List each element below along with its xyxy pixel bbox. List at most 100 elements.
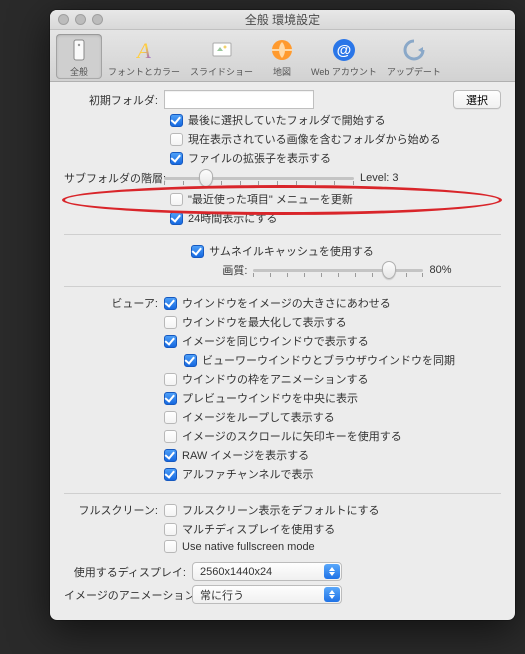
checkbox-label: イメージをループして表示する <box>182 409 335 425</box>
checkbox-label: 現在表示されている画像を含むフォルダから始める <box>188 131 441 147</box>
checkbox-label: アルファチャンネルで表示 <box>182 466 314 482</box>
checkbox-label: イメージを同じウインドウで表示する <box>182 333 369 349</box>
checkbox-icon <box>184 354 197 367</box>
checkbox-icon <box>164 468 177 481</box>
checkbox-icon <box>164 335 177 348</box>
slider-knob[interactable] <box>382 261 396 279</box>
checkbox-label: ウインドウの枠をアニメーションする <box>182 371 369 387</box>
window-title: 全般 環境設定 <box>50 11 515 28</box>
slider-knob[interactable] <box>199 169 213 187</box>
checkbox-label: ビューワーウインドウとブラウザウインドウを同期 <box>202 352 455 368</box>
animation-combo[interactable]: 常に行う <box>192 585 342 604</box>
tab-slideshow[interactable]: スライドショー <box>186 34 257 79</box>
tab-web-account[interactable]: @ Web アカウント <box>307 34 381 79</box>
chevron-updown-icon <box>324 564 340 579</box>
subfolder-slider[interactable]: Level: 3 <box>164 172 399 184</box>
checkbox-label: 最後に選択していたフォルダで開始する <box>188 112 386 128</box>
update-icon <box>399 36 429 64</box>
checkbox-label: 24時間表示にする <box>188 210 277 226</box>
separator <box>64 286 501 287</box>
map-icon <box>267 36 297 64</box>
checkbox-row[interactable]: ウインドウの枠をアニメーションする <box>164 371 501 387</box>
checkbox-label: Use native fullscreen mode <box>182 541 315 553</box>
checkbox-icon <box>164 373 177 386</box>
checkbox-row[interactable]: アルファチャンネルで表示 <box>164 466 501 482</box>
viewer-label: ビューア: <box>64 295 164 311</box>
tab-map[interactable]: 地図 <box>259 34 305 79</box>
checkbox-icon <box>170 114 183 127</box>
initial-folder-label: 初期フォルダ: <box>64 92 164 108</box>
choose-button[interactable]: 選択 <box>453 90 501 109</box>
checkbox-label: フルスクリーン表示をデフォルトにする <box>182 502 380 518</box>
checkbox-icon <box>164 297 177 310</box>
checkbox-icon <box>164 392 177 405</box>
checkbox-row[interactable]: イメージをループして表示する <box>164 409 501 425</box>
fullscreen-label: フルスクリーン: <box>64 502 164 518</box>
checkbox-label: ウインドウを最大化して表示する <box>182 314 347 330</box>
checkbox-row[interactable]: RAW イメージを表示する <box>164 447 501 463</box>
checkbox-row[interactable]: イメージのスクロールに矢印キーを使用する <box>164 428 501 444</box>
checkbox-icon <box>191 245 204 258</box>
checkbox-label: ウインドウをイメージの大きさにあわせる <box>182 295 391 311</box>
checkbox-row[interactable]: Use native fullscreen mode <box>164 540 501 553</box>
checkbox-label: プレビューウインドウを中央に表示 <box>182 390 358 406</box>
display-label: 使用するディスプレイ: <box>64 564 192 580</box>
quality-value: 80% <box>429 264 451 276</box>
general-icon <box>64 36 94 64</box>
checkbox-icon <box>170 193 183 206</box>
zoom-button[interactable] <box>92 14 103 25</box>
content: 初期フォルダ: 選択 最後に選択していたフォルダで開始する現在表示されている画像… <box>50 82 515 620</box>
subfolder-value: Level: 3 <box>360 172 399 184</box>
checkbox-icon <box>164 504 177 517</box>
svg-text:A: A <box>135 38 151 63</box>
display-combo[interactable]: 2560x1440x24 <box>192 562 342 581</box>
svg-text:@: @ <box>337 42 352 59</box>
checkbox-row[interactable]: フルスクリーン表示をデフォルトにする <box>164 502 501 518</box>
checkbox-row[interactable]: 現在表示されている画像を含むフォルダから始める <box>170 131 501 147</box>
checkbox-icon <box>164 449 177 462</box>
checkbox-row[interactable]: マルチディスプレイを使用する <box>164 521 501 537</box>
checkbox-icon <box>170 152 183 165</box>
checkbox-row[interactable]: ウインドウを最大化して表示する <box>164 314 501 330</box>
checkbox-icon <box>170 133 183 146</box>
checkbox-row[interactable]: 最後に選択していたフォルダで開始する <box>170 112 501 128</box>
close-button[interactable] <box>58 14 69 25</box>
thumb-cache-check[interactable]: サムネイルキャッシュを使用する <box>64 243 501 259</box>
separator <box>64 234 501 235</box>
initial-folder-input[interactable] <box>164 90 314 109</box>
checkbox-label: ファイルの拡張子を表示する <box>188 150 331 166</box>
checkbox-icon <box>164 540 177 553</box>
checkbox-label: "最近使った項目" メニューを更新 <box>188 191 353 207</box>
checkbox-row[interactable]: イメージを同じウインドウで表示する <box>164 333 501 349</box>
checkbox-row[interactable]: プレビューウインドウを中央に表示 <box>164 390 501 406</box>
checkbox-icon <box>170 212 183 225</box>
quality-label: 画質: <box>113 262 253 278</box>
preferences-window: 全般 環境設定 全般 A フォントとカラー スライドショー 地図 <box>50 10 515 620</box>
toolbar: 全般 A フォントとカラー スライドショー 地図 @ Web アカウント <box>50 30 515 82</box>
slideshow-icon <box>207 36 237 64</box>
tab-fonts-colors[interactable]: A フォントとカラー <box>104 34 184 79</box>
quality-slider[interactable]: 80% <box>253 264 451 276</box>
checkbox-row[interactable]: "最近使った項目" メニューを更新 <box>170 191 501 207</box>
checkbox-label: RAW イメージを表示する <box>182 447 309 463</box>
tab-general[interactable]: 全般 <box>56 34 102 79</box>
checkbox-icon <box>164 523 177 536</box>
checkbox-row[interactable]: ビューワーウインドウとブラウザウインドウを同期 <box>184 352 501 368</box>
checkbox-row[interactable]: 24時間表示にする <box>170 210 501 226</box>
checkbox-icon <box>164 316 177 329</box>
checkbox-label: マルチディスプレイを使用する <box>182 521 335 537</box>
checkbox-label: イメージのスクロールに矢印キーを使用する <box>182 428 402 444</box>
tab-update[interactable]: アップデート <box>383 34 445 79</box>
separator <box>64 493 501 494</box>
fonts-icon: A <box>129 36 159 64</box>
subfolder-label: サブフォルダの階層: <box>64 170 164 186</box>
window-controls <box>50 14 103 25</box>
at-icon: @ <box>329 36 359 64</box>
animation-label: イメージのアニメーション: <box>64 587 192 603</box>
chevron-updown-icon <box>324 587 340 602</box>
titlebar: 全般 環境設定 <box>50 10 515 30</box>
checkbox-row[interactable]: ウインドウをイメージの大きさにあわせる <box>164 295 501 311</box>
checkbox-icon <box>164 411 177 424</box>
minimize-button[interactable] <box>75 14 86 25</box>
checkbox-row[interactable]: ファイルの拡張子を表示する <box>170 150 501 166</box>
